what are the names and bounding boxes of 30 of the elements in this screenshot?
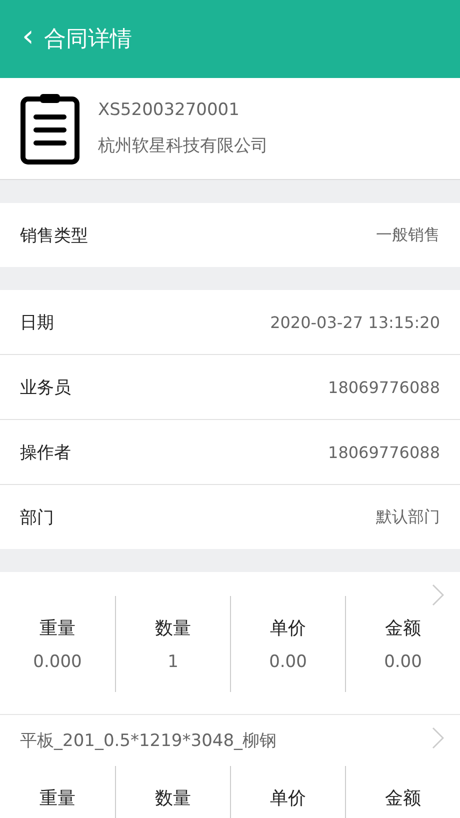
field-value: 一般销售 <box>376 224 440 246</box>
stat-label: 重量 <box>40 617 76 640</box>
stat-value: 0.00 <box>269 652 307 672</box>
stat-label: 数量 <box>155 787 191 810</box>
stat-label: 金额 <box>385 617 421 640</box>
field-label: 操作者 <box>20 442 71 464</box>
stat-label: 单价 <box>270 617 306 640</box>
page-title: 合同详情 <box>44 26 132 54</box>
stat-label: 数量 <box>155 617 191 640</box>
field-label: 销售类型 <box>20 224 88 246</box>
product-name: 平板_201_0.5*1219*3048_柳钢 <box>20 730 277 752</box>
field-value: 2020-03-27 13:15:20 <box>270 312 440 332</box>
stat-label: 金额 <box>385 787 421 810</box>
stat-value: 1 <box>168 652 178 672</box>
chevron-right-icon <box>432 727 444 749</box>
field-value: 18069776088 <box>328 378 440 396</box>
stat-label: 重量 <box>40 787 76 810</box>
product-card[interactable]: 平板_201_0.5*1219*3048_柳钢 重量 数量 单价 金额 <box>0 714 460 818</box>
field-value: 18069776088 <box>328 442 440 462</box>
field-value: 默认部门 <box>376 506 440 528</box>
clipboard-icon <box>20 92 80 164</box>
field-label: 日期 <box>20 312 54 334</box>
contract-number: XS52003270001 <box>98 100 240 120</box>
company-name: 杭州软星科技有限公司 <box>98 135 268 157</box>
stat-value: 0.000 <box>33 652 82 672</box>
chevron-right-icon <box>432 584 444 606</box>
field-label: 部门 <box>20 506 54 528</box>
stat-value: 0.00 <box>384 652 422 672</box>
field-label: 业务员 <box>20 376 71 398</box>
stat-label: 单价 <box>270 787 306 810</box>
